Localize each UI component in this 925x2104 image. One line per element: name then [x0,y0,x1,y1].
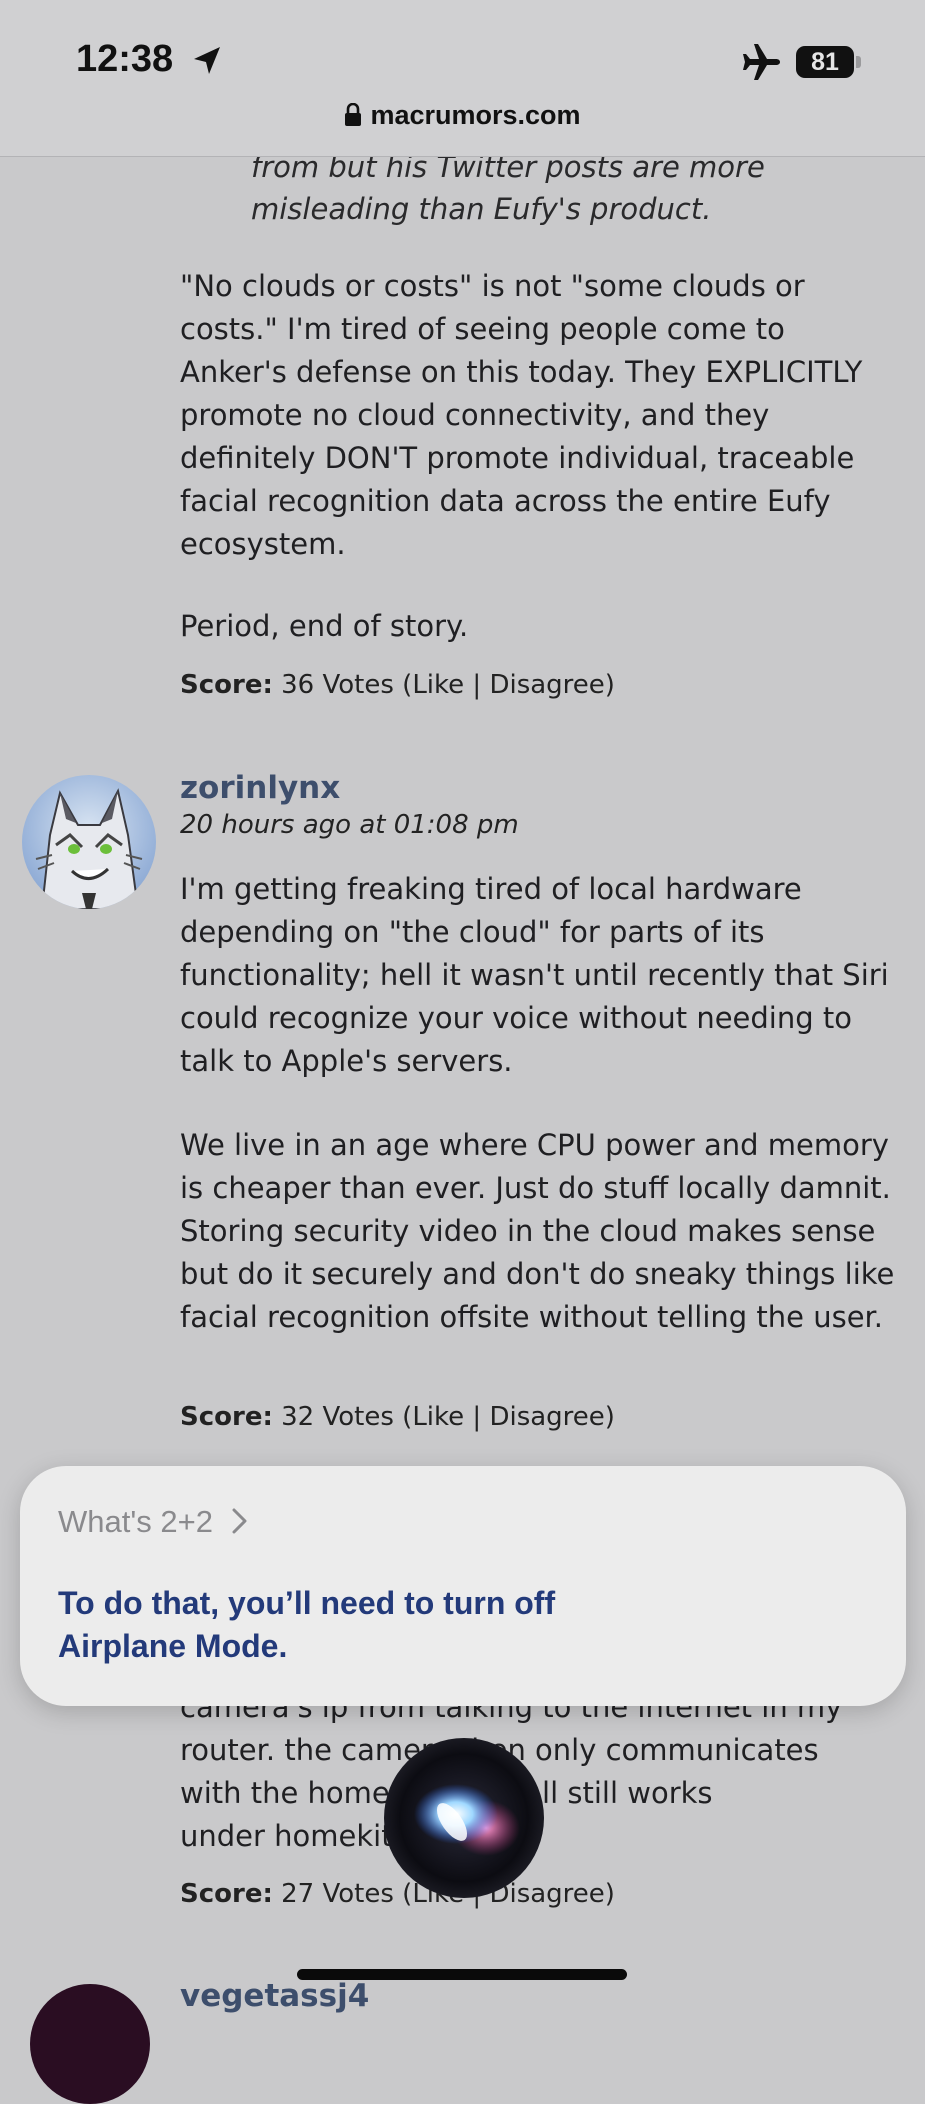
score-label: Score: [180,1879,273,1909]
like-link[interactable]: Like [412,1402,464,1432]
avatar[interactable] [22,775,156,909]
url-bar[interactable]: macrumors.com [0,100,925,131]
avatar-image [22,775,156,909]
siri-query[interactable]: What's 2+2 [58,1504,250,1540]
score-label: Score: [180,1402,273,1432]
battery-icon: 81 [796,46,862,78]
disagree-link[interactable]: Disagree [489,670,604,700]
score-votes: 36 Votes [281,670,394,700]
siri-query-text: What's 2+2 [58,1504,213,1539]
url-domain: macrumors.com [370,100,581,130]
lock-icon [345,103,362,126]
comment-body: We live in an age where CPU power and me… [180,1128,895,1334]
comment-body: "No clouds or costs" is not "some clouds… [180,269,863,561]
comment-score: Score: 32 Votes (Like | Disagree) [180,1402,615,1432]
status-time: 12:38 [76,38,174,80]
score-votes: 27 Votes [281,1879,394,1909]
comment-timestamp: 20 hours ago at 01:08 pm [180,810,519,840]
comment-username[interactable]: zorinlynx [180,770,340,806]
location-arrow-icon [194,47,220,74]
home-indicator[interactable] [297,1969,627,1980]
siri-orb-icon[interactable] [382,1736,546,1900]
comment-score: Score: 36 Votes (Like | Disagree) [180,670,615,700]
quoted-text: from but his Twitter posts are more misl… [251,146,891,230]
chevron-right-icon [232,1508,247,1534]
comment-body: Period, end of story. [180,609,469,643]
avatar[interactable] [30,1984,150,2104]
score-votes: 32 Votes [281,1402,394,1432]
battery-level: 81 [796,46,854,78]
disagree-link[interactable]: Disagree [489,1402,604,1432]
like-link[interactable]: Like [412,670,464,700]
siri-answer: To do that, you’ll need to turn off Airp… [58,1585,556,1664]
airplane-icon [743,44,780,80]
comment-body: I'm getting freaking tired of local hard… [180,872,889,1078]
siri-response-card[interactable]: What's 2+2 To do that, you’ll need to tu… [20,1466,906,1706]
comment-username[interactable]: vegetassj4 [180,1978,369,2014]
score-label: Score: [180,670,273,700]
quote-line: misleading than Eufy's product. [251,192,712,226]
browser-header: 12:38 81 macrumors.com [0,0,925,157]
